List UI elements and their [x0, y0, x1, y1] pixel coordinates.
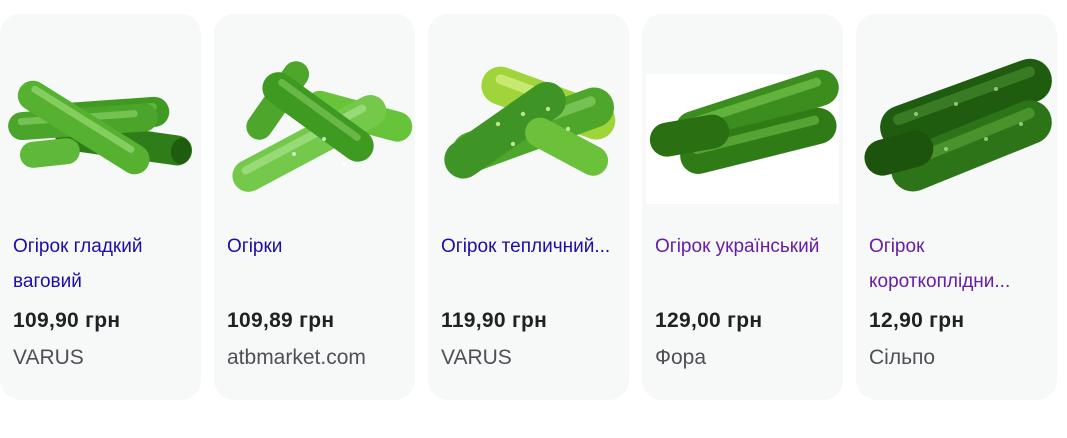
product-price: 109,89 грн	[227, 309, 335, 332]
product-title[interactable]: Огірок український	[655, 229, 835, 264]
merchant-name: atbmarket.com	[227, 346, 366, 369]
product-card[interactable]: Огірок український 129,00 грн Фора	[642, 14, 843, 400]
cucumber-image[interactable]	[428, 14, 629, 214]
product-carousel: Огірок гладкий ваговий 109,90 грн VARUS	[0, 0, 1067, 438]
product-title[interactable]: Огірок короткоплідни...	[869, 229, 1049, 299]
product-title[interactable]: Огірок тепличний...	[441, 229, 621, 264]
product-price: 129,00 грн	[655, 309, 763, 332]
cucumber-image[interactable]	[0, 14, 201, 214]
merchant-name: VARUS	[441, 346, 512, 369]
merchant-name: Фора	[655, 346, 707, 369]
product-price: 12,90 грн	[869, 309, 965, 332]
product-title[interactable]: Огірок гладкий ваговий	[13, 229, 193, 299]
cucumber-image[interactable]	[214, 14, 415, 214]
product-price: 109,90 грн	[13, 309, 121, 332]
merchant-name: Сільпо	[869, 346, 936, 369]
product-card[interactable]: Огірки 109,89 грн atbmarket.com	[214, 14, 415, 400]
product-price: 119,90 грн	[441, 309, 548, 332]
product-card[interactable]: Огірок короткоплідни... 12,90 грн Сільпо	[856, 14, 1057, 400]
product-card[interactable]: Огірок гладкий ваговий 109,90 грн VARUS	[0, 14, 201, 400]
product-card[interactable]: Огірок тепличний... 119,90 грн VARUS	[428, 14, 629, 400]
merchant-name: VARUS	[13, 346, 84, 369]
cucumber-image[interactable]	[642, 14, 843, 214]
cucumber-image[interactable]	[856, 14, 1057, 214]
product-title[interactable]: Огірки	[227, 229, 407, 264]
